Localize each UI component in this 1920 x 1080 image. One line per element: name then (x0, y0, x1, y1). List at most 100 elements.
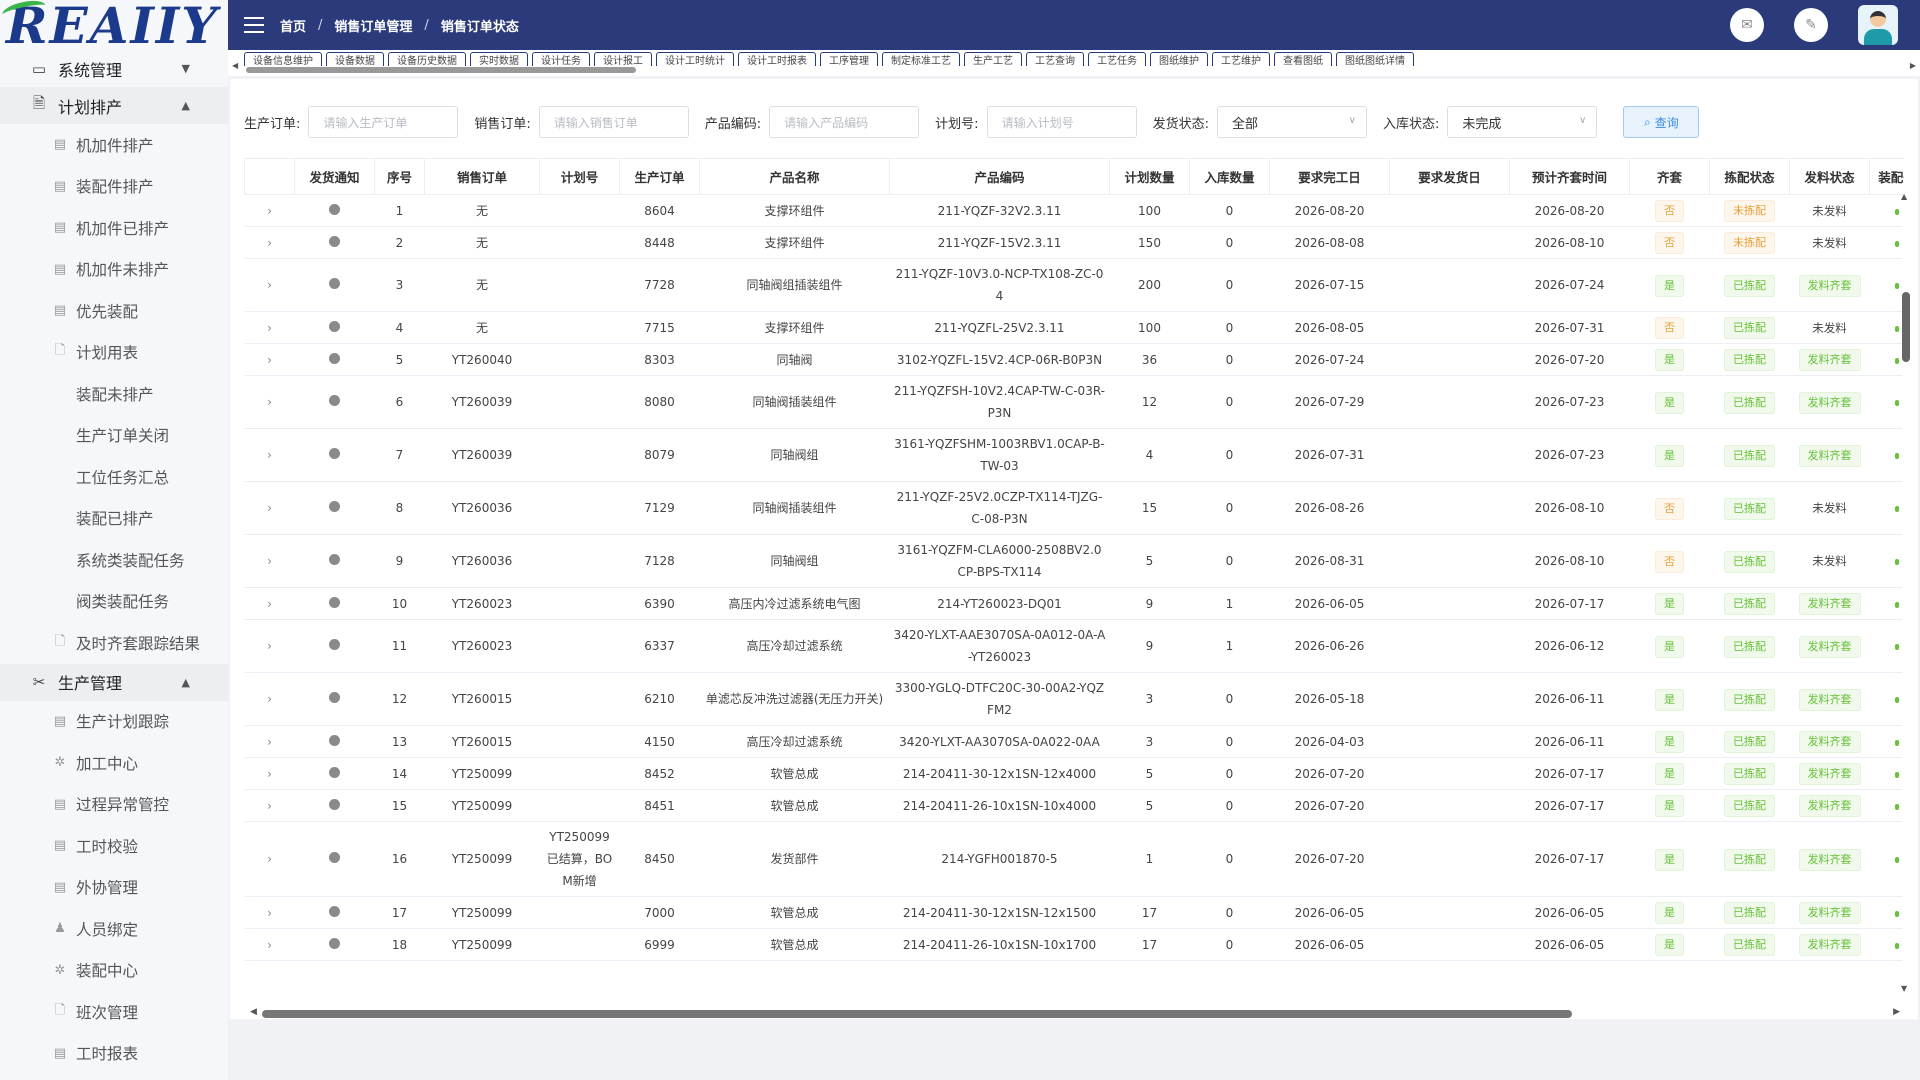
sidebar-item[interactable]: ▤ 装配件排产 (0, 166, 228, 208)
sales-order-input[interactable]: 请输入销售订单 (538, 106, 689, 138)
table-row[interactable]: › 5 YT260040 8303 同轴阀 3102-YQZFL-15V2.4C… (244, 343, 1904, 376)
sidebar-group[interactable]: 🗎 计划排产 ▲ (0, 87, 228, 124)
tab[interactable]: 设计工时统计 (656, 52, 734, 66)
expand-row-icon[interactable]: › (267, 735, 272, 749)
message-icon[interactable]: ✉ (1730, 8, 1764, 42)
sidebar-item[interactable]: ▤ 优先装配 (0, 290, 228, 332)
table-row[interactable]: › 16 YT250099 YT250099已结算，BOM新增 8450 发货部… (244, 821, 1904, 897)
sidebar-item[interactable]: 装配未排产 (0, 373, 228, 415)
table-row[interactable]: › 2 无 8448 支撑环组件 211-YQZF-15V2.3.11 150 … (244, 226, 1904, 259)
sidebar-item[interactable]: ▤ 外协管理 (0, 867, 228, 909)
tab[interactable]: 设计报工 (594, 52, 652, 66)
sidebar-item[interactable]: 阀类装配任务 (0, 581, 228, 623)
tab[interactable]: 图纸图纸详情 (1336, 52, 1414, 66)
tab[interactable]: 设备历史数据 (388, 52, 466, 66)
breadcrumb-home[interactable]: 首页 (280, 16, 306, 35)
tab[interactable]: 查看图纸 (1274, 52, 1332, 66)
tab[interactable]: 工艺查询 (1026, 52, 1084, 66)
sidebar-item[interactable]: ▤ 机加件未排产 (0, 249, 228, 291)
expand-row-icon[interactable]: › (267, 236, 272, 250)
table-row[interactable]: › 7 YT260039 8079 同轴阀组 3161-YQZFSHM-1003… (244, 428, 1904, 482)
expand-row-icon[interactable]: › (267, 938, 272, 952)
table-row[interactable]: › 8 YT260036 7129 同轴阀插装组件 211-YQZF-25V2.… (244, 481, 1904, 535)
ship-status-select[interactable]: 全部 ∨ (1216, 106, 1367, 138)
expand-row-icon[interactable]: › (267, 321, 272, 335)
expand-row-icon[interactable]: › (267, 597, 272, 611)
product-code-input[interactable]: 请输入产品编码 (769, 106, 920, 138)
tab[interactable]: 设计工时报表 (738, 52, 816, 66)
expand-row-icon[interactable]: › (267, 799, 272, 813)
query-button[interactable]: ⌕ 查询 (1623, 106, 1700, 138)
sidebar-item[interactable]: ▤ 机加件已排产 (0, 207, 228, 249)
sidebar-item[interactable]: ♟ 人员绑定 (0, 908, 228, 950)
tab[interactable]: 设备数据 (326, 52, 384, 66)
tab[interactable]: 工序管理 (820, 52, 878, 66)
tab[interactable]: 设计任务 (532, 52, 590, 66)
sidebar-item[interactable]: ▤ 工时报表 (0, 1033, 228, 1075)
expand-row-icon[interactable]: › (267, 692, 272, 706)
sidebar-group[interactable]: ✂ 生产管理 ▲ (0, 663, 228, 701)
expand-row-icon[interactable]: › (267, 852, 272, 866)
sidebar-item[interactable]: ▤ 工时校验 (0, 825, 228, 867)
table-row[interactable]: › 4 无 7715 支撑环组件 211-YQZFL-25V2.3.11 100… (244, 311, 1904, 344)
expand-row-icon[interactable]: › (267, 767, 272, 781)
tab[interactable]: 图纸维护 (1150, 52, 1208, 66)
table-row[interactable]: › 3 无 7728 同轴阀组插装组件 211-YQZF-10V3.0-NCP-… (244, 258, 1904, 312)
plan-no-input[interactable]: 请输入计划号 (986, 106, 1137, 138)
tab[interactable]: 工艺维护 (1212, 52, 1270, 66)
table-row[interactable]: › 11 YT260023 6337 高压冷却过滤系统 3420-YLXT-AA… (244, 619, 1904, 673)
tab[interactable]: 生产工艺 (964, 52, 1022, 66)
table-row[interactable]: › 15 YT250099 8451 软管总成 214-20411-26-10x… (244, 789, 1904, 822)
expand-row-icon[interactable]: › (267, 395, 272, 409)
edit-icon[interactable]: ✎ (1794, 8, 1828, 42)
table-row[interactable]: › 1 无 8604 支撑环组件 211-YQZF-32V2.3.11 100 … (244, 194, 1904, 227)
tab[interactable]: 设备信息维护 (244, 52, 322, 66)
table-vertical-scrollbar[interactable]: ▲ ▼ (1901, 192, 1910, 993)
sidebar-item[interactable]: 🗋 及时齐套跟踪结果 (0, 622, 228, 664)
sidebar-item[interactable]: 🗋 班次管理 (0, 991, 228, 1033)
sidebar-item[interactable]: ▤ 生产计划跟踪 (0, 701, 228, 743)
expand-row-icon[interactable]: › (267, 501, 272, 515)
avatar[interactable] (1858, 5, 1898, 45)
table-horizontal-scrollbar[interactable]: ◀ ▶ (250, 1007, 1900, 1019)
expand-row-icon[interactable]: › (267, 906, 272, 920)
table-row[interactable]: › 14 YT250099 8452 软管总成 214-20411-30-12x… (244, 757, 1904, 790)
sidebar-item[interactable]: 系统类装配任务 (0, 539, 228, 581)
sidebar-item[interactable]: ▤ 过程异常管控 (0, 784, 228, 826)
sidebar-item[interactable]: ✲ 装配中心 (0, 950, 228, 992)
tab[interactable]: 工艺任务 (1088, 52, 1146, 66)
expand-row-icon[interactable]: › (267, 639, 272, 653)
table-row[interactable]: › 17 YT250099 7000 软管总成 214-20411-30-12x… (244, 896, 1904, 929)
kit-status-tag: 否 (1655, 200, 1684, 222)
breadcrumb-sales-order[interactable]: 销售订单管理 (334, 16, 412, 35)
table-row[interactable]: › 6 YT260039 8080 同轴阀插装组件 211-YQZFSH-10V… (244, 375, 1904, 429)
kit-status-tag: 是 (1655, 934, 1684, 956)
table-row[interactable]: › 12 YT260015 6210 单滤芯反冲洗过滤器(无压力开关) 3300… (244, 672, 1904, 726)
expand-row-icon[interactable]: › (267, 448, 272, 462)
expand-row-icon[interactable]: › (267, 353, 272, 367)
sidebar-item[interactable]: ✲ 加工中心 (0, 742, 228, 784)
hamburger-icon[interactable] (244, 17, 264, 33)
stock-status-select[interactable]: 未完成 ∨ (1447, 106, 1598, 138)
sidebar-item[interactable]: 🗋 计划用表 (0, 332, 228, 374)
expand-row-icon[interactable]: › (267, 204, 272, 218)
expand-row-icon[interactable]: › (267, 278, 272, 292)
tab[interactable]: 实时数据 (470, 52, 528, 66)
expand-row-icon[interactable]: › (267, 554, 272, 568)
sidebar-group[interactable]: ▭ 系统管理 ▼ (0, 50, 228, 87)
table-row[interactable]: › 18 YT250099 6999 软管总成 214-20411-26-10x… (244, 928, 1904, 961)
cell-product-code: 3161-YQZFM-CLA6000-2508BV2.0CP-BPS-TX114 (889, 534, 1110, 588)
sidebar-item[interactable]: 生产订单关闭 (0, 415, 228, 457)
tab-scroll-left-icon[interactable]: ◀ (232, 61, 238, 70)
sidebar-item[interactable]: ▤ 机加件排产 (0, 124, 228, 166)
production-order-input[interactable]: 请输入生产订单 (308, 106, 459, 138)
table-row[interactable]: › 13 YT260015 4150 高压冷却过滤系统 3420-YLXT-AA… (244, 725, 1904, 758)
tab-scrollbar-thumb[interactable] (246, 67, 636, 73)
sidebar-item[interactable]: 装配已排产 (0, 498, 228, 540)
tab-scroll-right-icon[interactable]: ▶ (1910, 61, 1916, 70)
table-row[interactable]: › 10 YT260023 6390 高压内冷过滤系统电气图 214-YT260… (244, 587, 1904, 620)
table-row[interactable]: › 9 YT260036 7128 同轴阀组 3161-YQZFM-CLA600… (244, 534, 1904, 588)
tab[interactable]: 制定标准工艺 (882, 52, 960, 66)
ship-notice-dot-icon (329, 639, 340, 650)
sidebar-item[interactable]: 工位任务汇总 (0, 456, 228, 498)
